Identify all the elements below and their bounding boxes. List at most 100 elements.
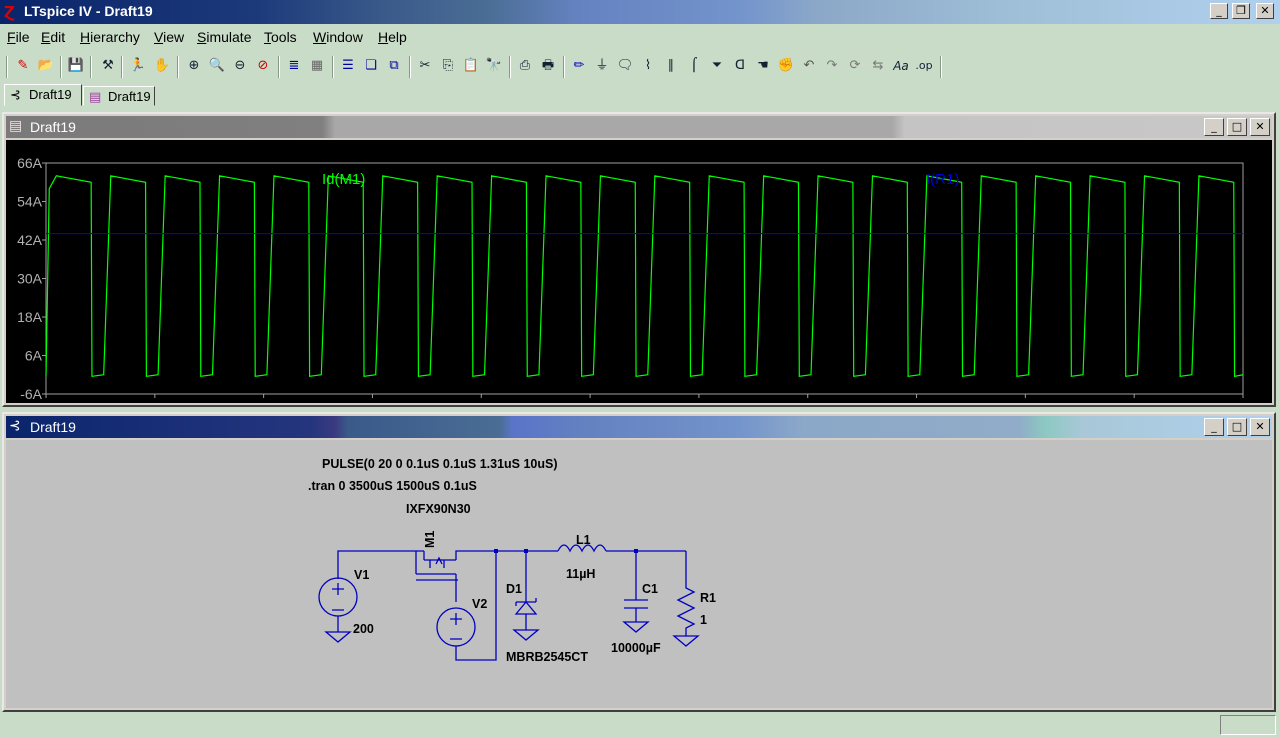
minimize-button[interactable]: _ [1204,418,1224,436]
c1-value-label[interactable]: 10000µF [611,641,661,655]
x-tick-label: 1.12ms [458,401,504,403]
zoom-out-icon[interactable]: ⊖ [230,56,250,76]
c1-name-label[interactable]: C1 [642,582,658,596]
schematic-drawing[interactable]: PULSE(0 20 0 0.1uS 0.1uS 1.31uS 10uS) .t… [6,440,1272,708]
tile-horizontal-icon[interactable]: ☰ [338,56,358,76]
tran-directive[interactable]: .tran 0 3500uS 1500uS 0.1uS [308,479,477,493]
x-tick-label: 1.04ms [12,401,58,403]
legend-id-m1[interactable]: Id(M1) [322,171,365,188]
close-button[interactable]: ✕ [1250,418,1270,436]
paste-icon[interactable]: 📋 [461,56,481,76]
v2-name-label[interactable]: V2 [472,597,487,611]
menu-tools[interactable]: Tools [264,29,297,45]
waveform-plot[interactable]: 66A54A42A30A18A6A-6A 1.04ms1.06ms1.08ms1… [6,140,1272,417]
schematic-canvas[interactable]: PULSE(0 20 0 0.1uS 0.1uS 1.31uS 10uS) .t… [6,440,1272,708]
print-setup-icon[interactable]: ⎙ [515,56,535,76]
toolbar-separator [121,56,123,78]
cascade-icon[interactable]: ❏ [361,56,381,76]
m1-model-label[interactable]: IXFX90N30 [406,502,471,516]
mirror-icon[interactable]: ⇆ [868,56,888,76]
v1-value-label[interactable]: 200 [353,622,374,636]
find-icon[interactable]: 🔭 [484,56,504,76]
cut-icon[interactable]: ✂ [415,56,435,76]
plot-frame [45,162,1244,395]
spice-directive-icon[interactable]: .op [914,56,934,76]
resistor-icon[interactable]: ⌇ [638,56,658,76]
close-all-icon[interactable]: ⧉ [384,56,404,76]
waveform-icon: ▤ [89,90,102,105]
d1-model-label[interactable]: MBRB2545CT [506,650,588,664]
diode-icon[interactable]: ⏷ [707,56,727,76]
menu-bar: File Edit Hierarchy View Simulate Tools … [0,24,1280,50]
pan-icon[interactable]: 🔍 [207,56,227,76]
minimize-button[interactable]: _ [1204,118,1224,136]
y-tick-label: 42A [17,232,43,248]
restore-button[interactable]: ❐ [1232,3,1250,19]
junction-dot [634,549,638,553]
close-button[interactable]: ✕ [1256,3,1274,19]
r1-resistor[interactable] [672,551,700,647]
minimize-button[interactable]: _ [1210,3,1228,19]
tab-label: Draft19 [108,89,151,104]
d1-name-label[interactable]: D1 [506,582,522,596]
zoom-in-icon[interactable]: ⊕ [184,56,204,76]
rotate-icon[interactable]: ⟳ [845,56,865,76]
tab-draft19-schematic[interactable]: ⊰ Draft19 [4,84,82,106]
component-icon[interactable]: ᗡ [730,56,750,76]
x-axis: 1.04ms 1.06ms 1.08ms 1.10ms 1.12ms 1.14ms 1.16… [12,394,1271,417]
control-panel-icon[interactable]: ⚒ [98,56,118,76]
schematic-icon: ⊰ [9,418,21,434]
redo-icon[interactable]: ↷ [822,56,842,76]
menu-view[interactable]: View [154,29,184,45]
close-button[interactable]: ✕ [1250,118,1270,136]
m1-name-label[interactable]: M1 [423,531,437,548]
capacitor-icon[interactable]: ∥ [661,56,681,76]
grid-icon[interactable]: ▦ [307,56,327,76]
save-icon[interactable]: 💾 [66,56,86,76]
schematic-window[interactable]: ⊰ Draft19 _ □ ✕ PULSE(0 20 0 0.1uS 0.1uS… [2,412,1276,712]
y-tick-label: 30A [17,271,43,287]
y-axis: 66A 54A 42A 30A 18A 6A -6A [17,155,46,402]
new-schematic-icon[interactable]: ✎ [13,56,33,76]
r1-name-label[interactable]: R1 [700,591,716,605]
v1-name-label[interactable]: V1 [354,568,369,582]
m1-mosfet[interactable] [416,550,496,602]
menu-hierarchy[interactable]: Hierarchy [80,29,140,45]
copy-icon[interactable]: ⎘ [438,56,458,76]
run-icon[interactable]: 🏃 [128,56,148,76]
waveform-window[interactable]: ▤ Draft19 _ □ ✕ 66A 54A 42A 30A 18A 6A -6A 1.0… [2,112,1276,417]
label-net-icon[interactable]: 🗨 [615,56,635,76]
trace-id-m1[interactable] [45,175,1244,378]
halt-icon[interactable]: ✋ [152,56,172,76]
undo-icon[interactable]: ↶ [799,56,819,76]
tab-draft19-waveform[interactable]: ▤ Draft19 [83,86,155,106]
legend-i-r1[interactable]: I(R1) [926,171,959,188]
print-icon[interactable]: 🖶 [538,56,558,76]
window-title: LTspice IV - Draft19 [24,3,153,19]
plot-pane[interactable]: 66A54A42A30A18A6A-6A 1.04ms1.06ms1.08ms1… [6,140,1272,417]
text-icon[interactable]: Aa [891,56,911,76]
inductor-icon[interactable]: ⌠ [684,56,704,76]
menu-edit[interactable]: Edit [41,29,65,45]
ground-icon[interactable]: ⏚ [592,56,612,76]
wire-icon[interactable]: ✏ [569,56,589,76]
schematic-window-caption[interactable]: ⊰ Draft19 _ □ ✕ [6,416,1272,438]
autorange-icon[interactable]: ≣ [284,56,304,76]
maximize-button[interactable]: □ [1227,418,1247,436]
waveform-window-caption[interactable]: ▤ Draft19 _ □ ✕ [6,116,1272,138]
title-bar[interactable]: Ɀ LTspice IV - Draft19 _ ❐ ✕ [0,0,1280,24]
menu-file[interactable]: File [7,29,30,45]
move-icon[interactable]: ☚ [753,56,773,76]
r1-value-label[interactable]: 1 [700,613,707,627]
open-icon[interactable]: 📂 [36,56,56,76]
l1-value-label[interactable]: 11µH [566,567,595,581]
maximize-button[interactable]: □ [1227,118,1247,136]
menu-help[interactable]: Help [378,29,407,45]
pulse-directive[interactable]: PULSE(0 20 0 0.1uS 0.1uS 1.31uS 10uS) [322,457,558,471]
document-tabs: ⊰ Draft19 ▤ Draft19 [0,82,1280,106]
menu-simulate[interactable]: Simulate [197,29,251,45]
zoom-cancel-icon[interactable]: ⊘ [253,56,273,76]
menu-window[interactable]: Window [313,29,363,45]
y-tick-label: -6A [20,386,42,402]
drag-icon[interactable]: ✊ [776,56,796,76]
